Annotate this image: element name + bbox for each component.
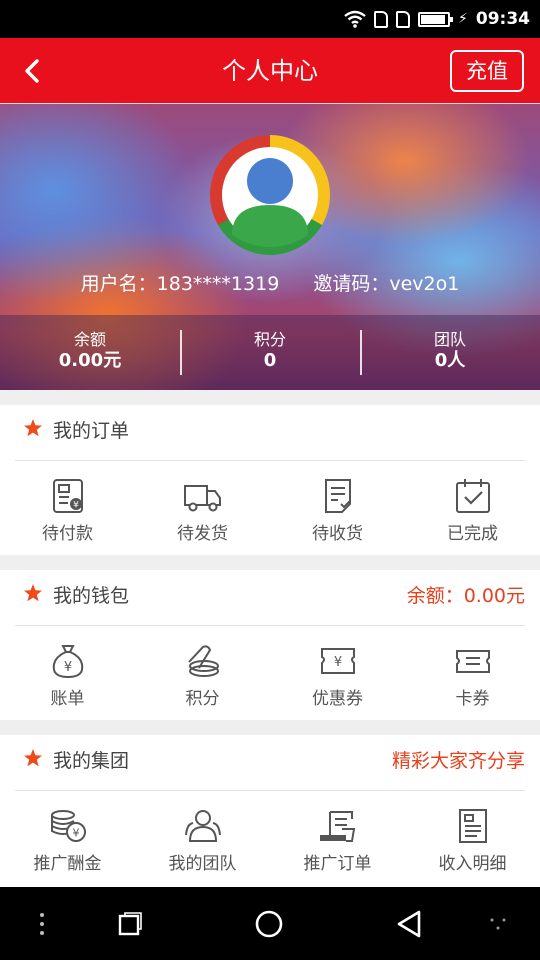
svg-text:¥: ¥ — [333, 655, 341, 670]
app-header: 个人中心 充值 — [0, 38, 540, 104]
wallet-points[interactable]: 积分 — [135, 626, 270, 724]
item-label: 我的团队 — [168, 854, 237, 874]
home-button[interactable] — [247, 887, 291, 960]
sim-icon — [374, 10, 389, 28]
recents-icon — [118, 911, 142, 935]
star-icon — [24, 749, 42, 767]
voucher-icon — [455, 650, 490, 673]
charging-icon: ⚡ — [458, 11, 468, 27]
user-info: 用户名：183****1319 邀请码：vev2o1 — [0, 269, 540, 296]
money-bag-icon: ¥ — [52, 645, 83, 679]
group-header[interactable]: 我的集团 精彩大家齐分享 — [15, 735, 525, 791]
stat-points[interactable]: 积分 0 — [180, 315, 360, 390]
svg-text:¥: ¥ — [72, 827, 79, 840]
stat-label: 积分 — [253, 330, 286, 349]
coins-icon — [187, 645, 219, 677]
coin-stack-icon: ¥ — [50, 810, 86, 842]
item-label: 收入明细 — [438, 854, 507, 874]
dots-icon — [490, 918, 506, 929]
svg-text:¥: ¥ — [63, 660, 71, 675]
home-circle-icon — [255, 910, 283, 937]
username-label: 用户名：183****1319 — [80, 273, 280, 295]
more-vertical-icon — [40, 912, 44, 935]
status-bar: ⚡ 09:34 — [0, 0, 540, 38]
invite-code-label[interactable]: 邀请码：vev2o1 — [313, 273, 459, 295]
item-label: 卡券 — [455, 689, 490, 709]
order-pending-shipment[interactable]: 待发货 — [135, 461, 270, 559]
pending-payment-icon: ¥ — [52, 479, 83, 513]
stat-balance[interactable]: 余额 0.00元 — [0, 315, 180, 390]
triangle-back-icon — [397, 910, 421, 937]
group-items: ¥ 推广酬金 我的团队 推广订单 收入明细 — [0, 791, 540, 889]
truck-icon — [183, 485, 221, 512]
order-pending-receipt[interactable]: 待收货 — [270, 461, 405, 559]
back-button[interactable] — [10, 50, 54, 92]
item-label: 待收货 — [312, 524, 363, 544]
wallet-voucher[interactable]: 卡券 — [405, 626, 540, 724]
wallet-bill[interactable]: ¥ 账单 — [0, 626, 135, 724]
group-income-detail[interactable]: 收入明细 — [405, 791, 540, 889]
item-label: 待发货 — [177, 524, 228, 544]
status-time: 09:34 — [475, 9, 530, 29]
item-label: 推广订单 — [303, 854, 372, 874]
calendar-check-icon — [455, 479, 490, 513]
stat-value: 0人 — [434, 350, 466, 371]
item-label: 待付款 — [42, 524, 93, 544]
group-team[interactable]: 我的团队 — [135, 791, 270, 889]
recents-button[interactable] — [108, 887, 152, 960]
menu-button[interactable] — [20, 887, 64, 960]
item-label: 积分 — [185, 689, 220, 709]
stat-value: 0 — [263, 350, 277, 371]
star-icon — [24, 584, 42, 602]
profile-banner: 用户名：183****1319 邀请码：vev2o1 余额 0.00元 积分 0… — [0, 104, 540, 390]
item-label: 账单 — [50, 689, 85, 709]
orders-items: ¥ 待付款 待发货 待收货 已完成 — [0, 461, 540, 559]
group-promo-orders[interactable]: 推广订单 — [270, 791, 405, 889]
team-icon — [184, 810, 221, 842]
svg-text:¥: ¥ — [73, 501, 79, 511]
orders-header[interactable]: 我的订单 — [15, 405, 525, 461]
stat-label: 余额 — [73, 330, 106, 349]
back-nav-button[interactable] — [387, 887, 431, 960]
sim-icon — [396, 10, 411, 28]
orders-section: 我的订单 ¥ 待付款 待发货 待收货 已完成 — [0, 405, 540, 555]
receive-doc-icon — [324, 479, 351, 513]
wallet-coupon[interactable]: ¥ 优惠券 — [270, 626, 405, 724]
order-pending-payment[interactable]: ¥ 待付款 — [0, 461, 135, 559]
stats-bar: 余额 0.00元 积分 0 团队 0人 — [0, 315, 540, 390]
assist-button[interactable] — [476, 887, 520, 960]
item-label: 推广酬金 — [33, 854, 102, 874]
group-title: 我的集团 — [53, 750, 130, 772]
group-commission[interactable]: ¥ 推广酬金 — [0, 791, 135, 889]
income-detail-icon — [458, 809, 487, 843]
item-label: 优惠券 — [312, 689, 363, 709]
coupon-icon: ¥ — [320, 648, 355, 674]
chevron-left-icon — [25, 59, 39, 83]
group-slogan: 精彩大家齐分享 — [391, 750, 525, 772]
group-section: 我的集团 精彩大家齐分享 ¥ 推广酬金 我的团队 推广订单 收入明细 — [0, 735, 540, 887]
stat-label: 团队 — [433, 330, 466, 349]
recharge-button[interactable]: 充值 — [450, 50, 524, 92]
avatar[interactable] — [210, 135, 330, 255]
system-nav-bar — [0, 887, 540, 960]
stat-value: 0.00元 — [58, 350, 122, 371]
wallet-balance: 余额：0.00元 — [406, 585, 525, 607]
user-avatar-icon — [222, 147, 318, 247]
wallet-title: 我的钱包 — [53, 585, 130, 607]
wallet-section: 我的钱包 余额：0.00元 ¥ 账单 积分 ¥ 优惠券 卡券 — [0, 570, 540, 720]
status-icons: ⚡ 09:34 — [344, 8, 530, 30]
order-completed[interactable]: 已完成 — [405, 461, 540, 559]
wifi-icon — [344, 10, 366, 28]
wallet-items: ¥ 账单 积分 ¥ 优惠券 卡券 — [0, 626, 540, 724]
orders-title: 我的订单 — [53, 420, 130, 442]
stat-team[interactable]: 团队 0人 — [360, 315, 540, 390]
promo-order-icon — [319, 811, 355, 842]
item-label: 已完成 — [447, 524, 498, 544]
wallet-header[interactable]: 我的钱包 余额：0.00元 — [15, 570, 525, 626]
battery-icon — [418, 11, 454, 27]
star-icon — [24, 419, 42, 437]
